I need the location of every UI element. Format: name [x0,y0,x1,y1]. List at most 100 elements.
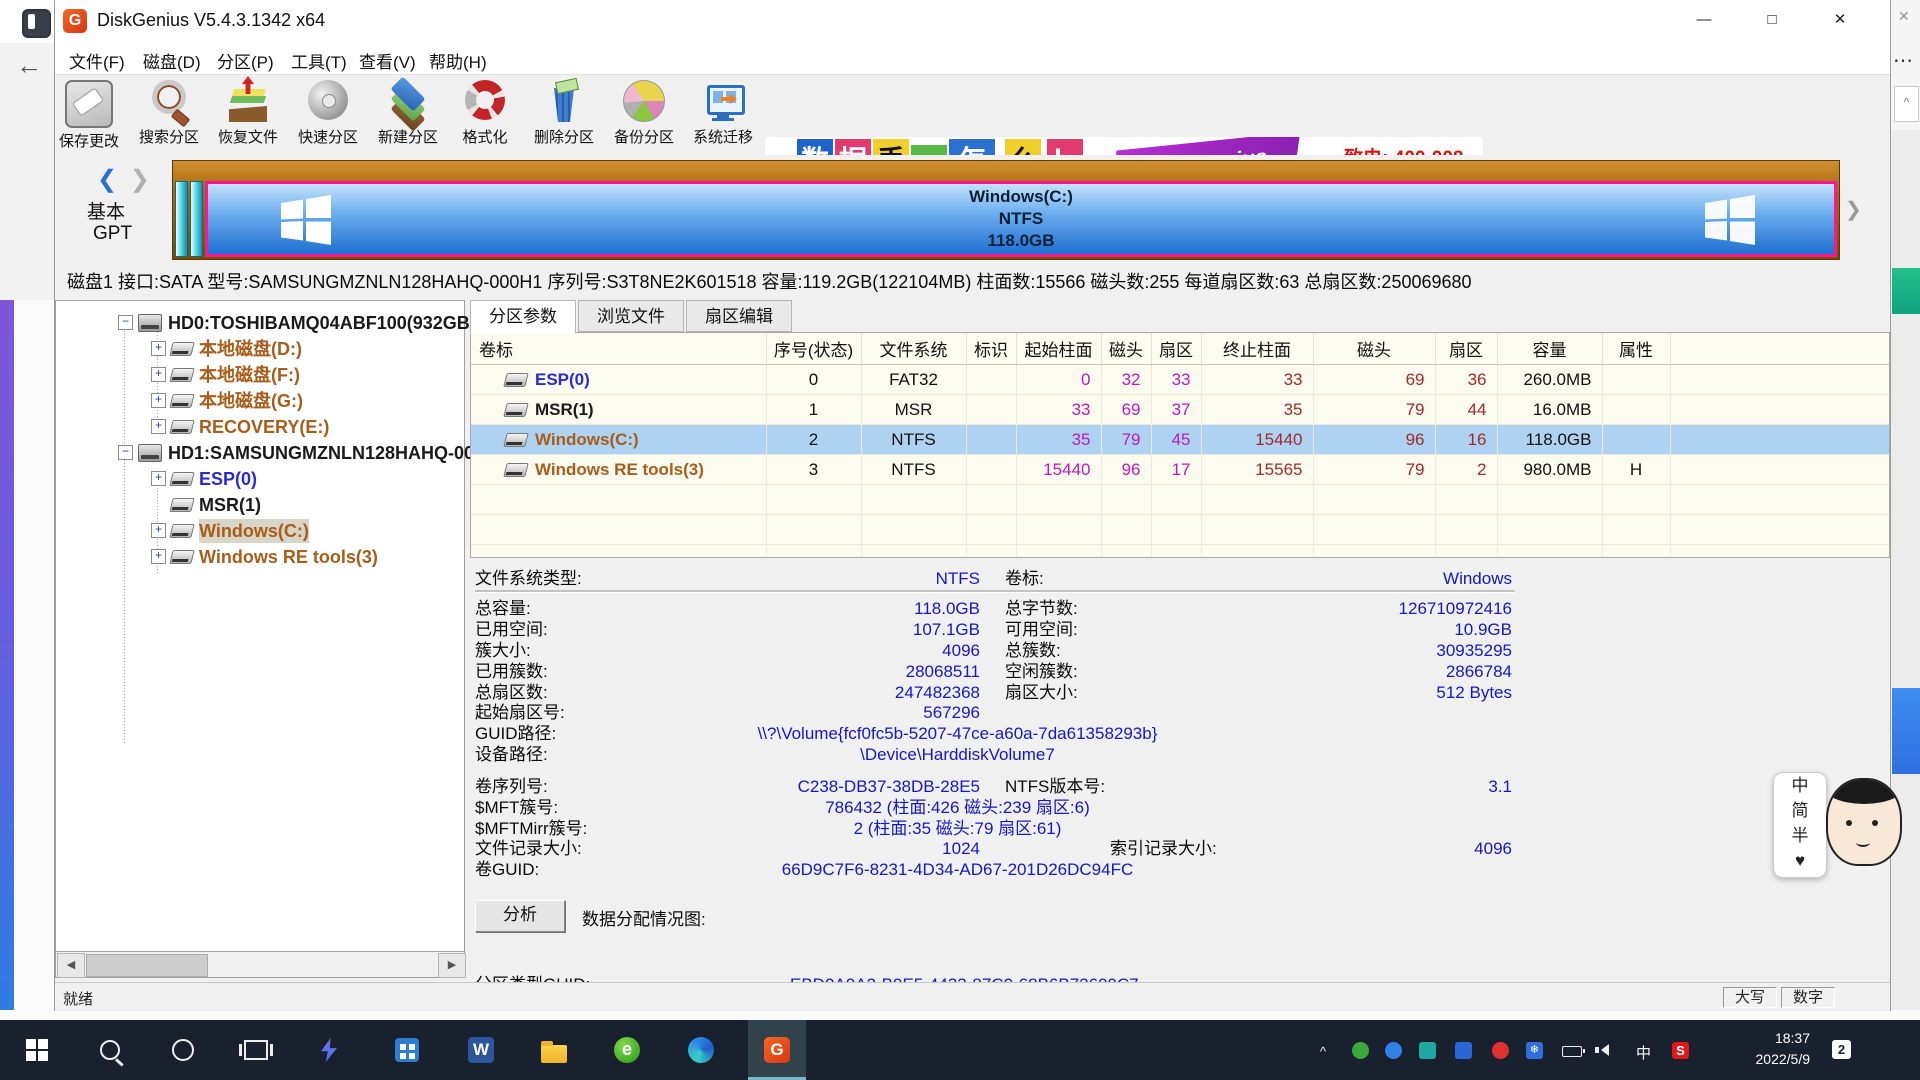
save-changes-button[interactable]: 保存更改 [50,78,128,152]
col-end-sector[interactable]: 扇区 [1435,333,1497,365]
menu-view[interactable]: 查看(V) [359,48,416,73]
tab-partition-params[interactable]: 分区参数 [470,300,576,334]
taskbar-search-button[interactable] [81,1020,139,1080]
prev-disk-icon[interactable]: ❮ [97,166,117,193]
taskbar-diskgenius-button[interactable]: G [748,1020,806,1080]
expand-icon[interactable]: + [151,341,166,356]
toolbar: 保存更改 搜索分区 恢复文件 快速分区 新建分区 格式化 [55,74,1890,157]
partition-block-msr[interactable] [190,181,203,257]
col-start-head[interactable]: 磁头 [1101,333,1151,365]
start-button[interactable] [8,1020,66,1080]
tray-shield-icon[interactable] [1352,1042,1369,1059]
quick-partition-button[interactable]: 快速分区 [289,78,367,152]
expand-icon[interactable]: + [151,393,166,408]
expand-icon[interactable]: + [151,471,166,486]
table-row-windows-c[interactable]: Windows(C:) 2 NTFS 35 79 45 15440 96 16 … [471,425,1890,455]
ime-char[interactable]: 中 [1774,773,1826,798]
backup-partition-button[interactable]: 备份分区 [605,78,683,152]
close-button[interactable]: ✕ [1809,0,1871,40]
scroll-up-icon[interactable]: ^ [1894,86,1919,122]
col-start-cylinder[interactable]: 起始柱面 [1016,333,1101,365]
scroll-left-icon[interactable]: ◀ [57,953,85,978]
background-close-icon[interactable]: ✕ [1898,8,1910,25]
system-migration-button[interactable]: 系统迁移 [684,78,762,152]
search-partition-button[interactable]: 搜索分区 [130,78,208,152]
ime-indicator[interactable]: 中 [1636,1042,1653,1059]
maximize-button[interactable]: □ [1741,0,1803,40]
col-capacity[interactable]: 容量 [1497,333,1602,365]
expand-icon[interactable]: + [151,549,166,564]
task-view-button[interactable] [227,1020,285,1080]
collapse-icon[interactable]: − [118,315,133,330]
tab-browse-files[interactable]: 浏览文件 [578,300,684,332]
col-tag[interactable]: 标识 [966,333,1016,365]
menu-help[interactable]: 帮助(H) [429,48,487,73]
disk-bar-scroll-icon[interactable]: ❯ [1845,197,1862,222]
ime-char[interactable]: 半 [1774,823,1826,848]
partition-block-windows-c[interactable]: Windows(C:) NTFS 118.0GB [205,181,1837,257]
expand-icon[interactable]: + [151,367,166,382]
ime-widget[interactable]: 中 简 半 ♥ [1773,772,1827,878]
partition-block-esp[interactable] [175,181,188,257]
expand-icon[interactable]: + [151,419,166,434]
taskbar-clock[interactable]: 18:37 2022/5/9 [1705,1028,1810,1070]
cortana-button[interactable] [154,1020,212,1080]
store-icon [395,1038,419,1062]
ime-char[interactable]: 简 [1774,798,1826,823]
scrollbar-thumb[interactable] [86,954,208,977]
pinned-app-browser[interactable]: e [598,1020,656,1080]
table-row-windows-re[interactable]: Windows RE tools(3) 3 NTFS 15440 96 17 1… [471,455,1890,485]
tray-qq-icon[interactable] [1455,1042,1472,1059]
expand-icon[interactable]: + [151,523,166,538]
sogou-icon[interactable]: S [1672,1042,1689,1059]
table-row-esp[interactable]: ESP(0) 0 FAT32 0 32 33 33 69 36 260.0MB [471,365,1890,395]
tree-horizontal-scrollbar[interactable]: ◀ ▶ [55,951,465,978]
background-scrollbar[interactable] [1890,130,1920,1020]
tray-red-icon[interactable] [1492,1042,1509,1059]
pinned-app-lightning[interactable] [300,1020,358,1080]
disk-type-label: 基本 [87,197,125,224]
recover-files-button[interactable]: 恢复文件 [209,78,287,152]
tray-square-icon[interactable] [1419,1042,1436,1059]
pinned-app-edge[interactable] [672,1020,730,1080]
pinned-app-word[interactable]: W [452,1020,510,1080]
pinned-app-store[interactable] [378,1020,436,1080]
table-row-msr[interactable]: MSR(1) 1 MSR 33 69 37 35 79 44 16.0MB [471,395,1890,425]
scroll-right-icon[interactable]: ▶ [438,953,466,978]
col-volume-label[interactable]: 卷标 [471,333,766,365]
col-filesystem[interactable]: 文件系统 [861,333,966,365]
battery-icon[interactable] [1562,1046,1582,1057]
col-end-cylinder[interactable]: 终止柱面 [1201,333,1313,365]
menu-disk[interactable]: 磁盘(D) [143,48,201,73]
lightning-icon [321,1038,337,1062]
back-arrow-icon[interactable]: ← [16,52,42,78]
partition-icon [169,524,194,538]
diskgenius-icon: G [764,1037,790,1063]
delete-partition-button[interactable]: 删除分区 [525,78,603,152]
ime-heart-icon[interactable]: ♥ [1774,848,1826,873]
tray-circle-icon[interactable] [1385,1042,1402,1059]
save-icon [65,80,113,128]
tab-sector-edit[interactable]: 扇区编辑 [686,300,792,332]
tray-chevron-icon[interactable]: ^ [1320,1044,1337,1061]
col-attributes[interactable]: 属性 [1602,333,1670,365]
analyze-button[interactable]: 分析 [475,900,565,932]
col-end-head[interactable]: 磁头 [1313,333,1435,365]
partition-icon [169,420,194,434]
col-start-sector[interactable]: 扇区 [1151,333,1201,365]
file-explorer-button[interactable] [525,1020,583,1080]
volume-icon[interactable] [1601,1044,1609,1056]
tray-snowflake-icon[interactable]: ❄ [1526,1042,1543,1059]
notification-badge[interactable]: 2 [1832,1040,1851,1059]
format-button[interactable]: 格式化 [446,78,524,152]
col-index-status[interactable]: 序号(状态) [766,333,861,365]
collapse-icon[interactable]: − [118,445,133,460]
more-icon[interactable]: ⋯ [1893,48,1913,73]
next-disk-icon[interactable]: ❯ [130,166,150,193]
menu-partition[interactable]: 分区(P) [217,48,274,73]
menu-file[interactable]: 文件(F) [69,48,125,73]
new-partition-button[interactable]: 新建分区 [369,78,447,152]
word-icon: W [468,1037,494,1063]
menu-tools[interactable]: 工具(T) [291,48,347,73]
minimize-button[interactable]: — [1673,0,1735,40]
